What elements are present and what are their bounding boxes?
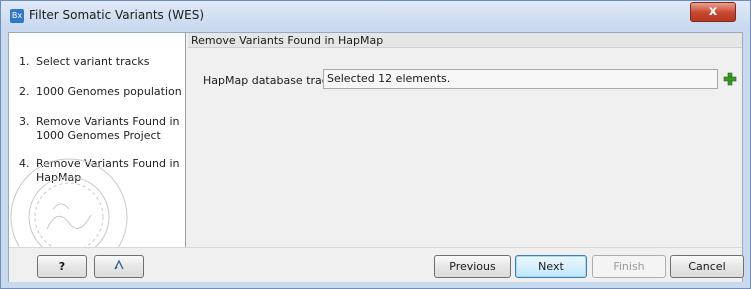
step-label: 1000 Genomes population [36,85,182,98]
step-number: 2. [19,85,30,98]
section-header: Remove Variants Found in HapMap [188,33,742,48]
step-remove-1000-genomes: 3. Remove Variants Found in 1000 Genomes… [19,115,184,143]
button-bar: ? Previous Next Finish Cancel [9,247,744,282]
close-button[interactable]: x [690,2,736,22]
hapmap-track-label: HapMap database track [203,74,335,87]
step-label: Select variant tracks [36,55,150,68]
title-bar[interactable]: Bx Filter Somatic Variants (WES) x [1,1,750,31]
next-button[interactable]: Next [515,255,587,278]
previous-button[interactable]: Previous [434,255,511,278]
help-button[interactable]: ? [37,255,87,278]
step-label: Remove Variants Found in 1000 Genomes Pr… [36,115,180,142]
dialog-window: Bx Filter Somatic Variants (WES) x 1. Se… [0,0,751,289]
step-number: 3. [19,115,30,128]
step-number: 1. [19,55,30,68]
undo-arrow-icon [114,259,124,270]
app-logo-icon: Bx [10,9,24,23]
plus-icon[interactable] [723,72,737,86]
step-select-variant-tracks: 1. Select variant tracks [19,55,184,69]
finish-button[interactable]: Finish [592,255,666,278]
dialog-body: 1. Select variant tracks 2. 1000 Genomes… [8,32,744,282]
cancel-button[interactable]: Cancel [670,255,744,278]
watermark-seal-icon [10,158,128,247]
hapmap-track-field[interactable]: Selected 12 elements. [323,69,718,89]
step-1000-genomes-population: 2. 1000 Genomes population [19,85,184,99]
wizard-steps-panel: 1. Select variant tracks 2. 1000 Genomes… [9,33,186,247]
settings-content: HapMap database track Selected 12 elemen… [188,48,742,247]
reset-button[interactable] [94,255,144,278]
window-title: Filter Somatic Variants (WES) [29,8,205,22]
